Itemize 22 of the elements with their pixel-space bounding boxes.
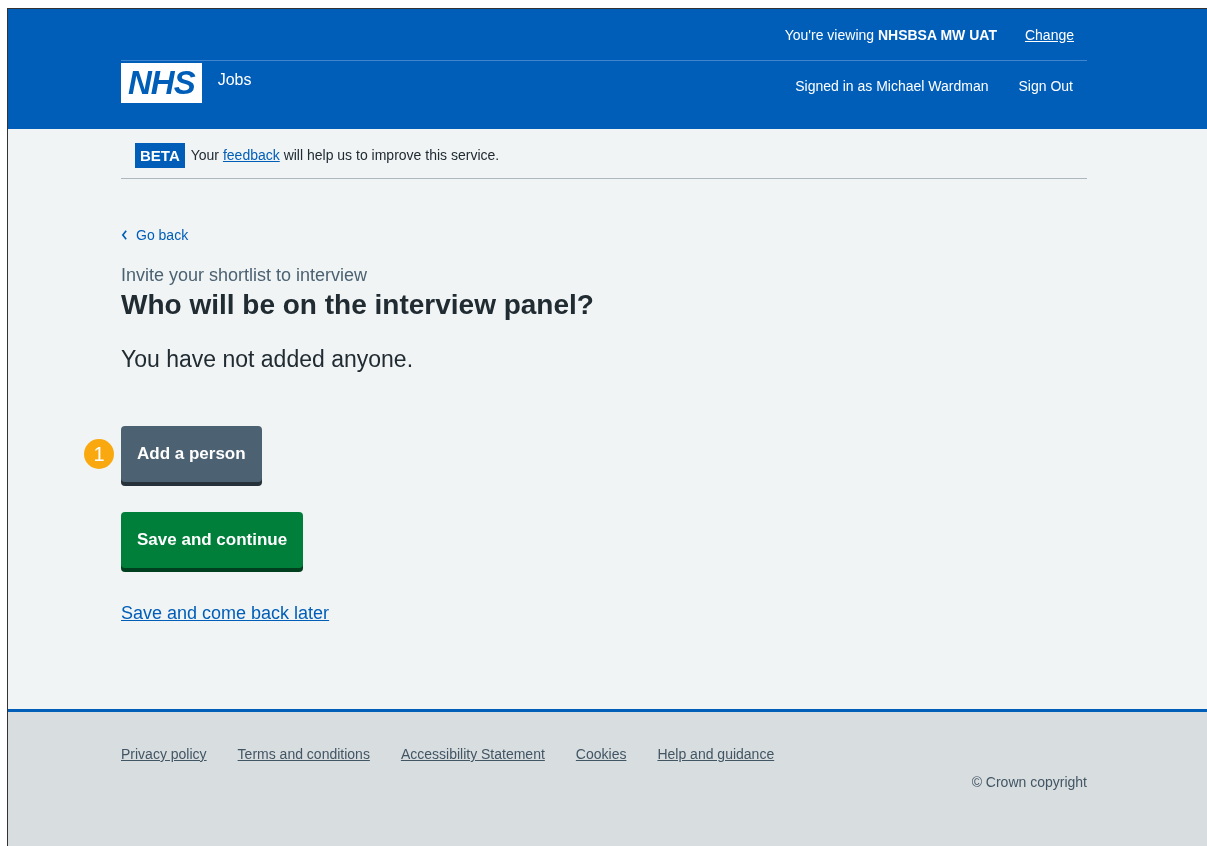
viewing-text: You're viewing NHSBSA MW UAT [784,26,997,43]
footer-link[interactable]: Terms and conditions [237,746,370,762]
beta-tag: BETA [135,142,185,168]
empty-message: You have not added anyone. [121,346,415,373]
copyright-text: © Crown copyright [971,774,1087,790]
back-link[interactable]: Go back [121,227,189,243]
feedback-link[interactable]: feedback [222,147,280,163]
footer-link[interactable]: Cookies [575,746,627,762]
nhs-logo[interactable]: NHS [121,63,202,103]
signed-in-text: Signed in as Michael Wardman [795,78,989,94]
page-caption: Invite your shortlist to interview [121,265,369,286]
page-heading: Who will be on the interview panel? [121,289,595,321]
feedback-text: Your feedback will help us to improve this service. [190,147,500,163]
footer-link[interactable]: Help and guidance [657,746,775,762]
sign-out-link[interactable]: Sign Out [1018,78,1073,94]
chevron-icon [121,230,128,240]
footer-link[interactable]: Privacy policy [121,746,207,762]
service-name: Jobs [217,70,252,89]
save-later-link[interactable]: Save and come back later [121,603,330,624]
step-marker: 1 [84,439,114,469]
change-link[interactable]: Change [1024,26,1074,43]
footer-link[interactable]: Accessibility Statement [400,746,545,762]
